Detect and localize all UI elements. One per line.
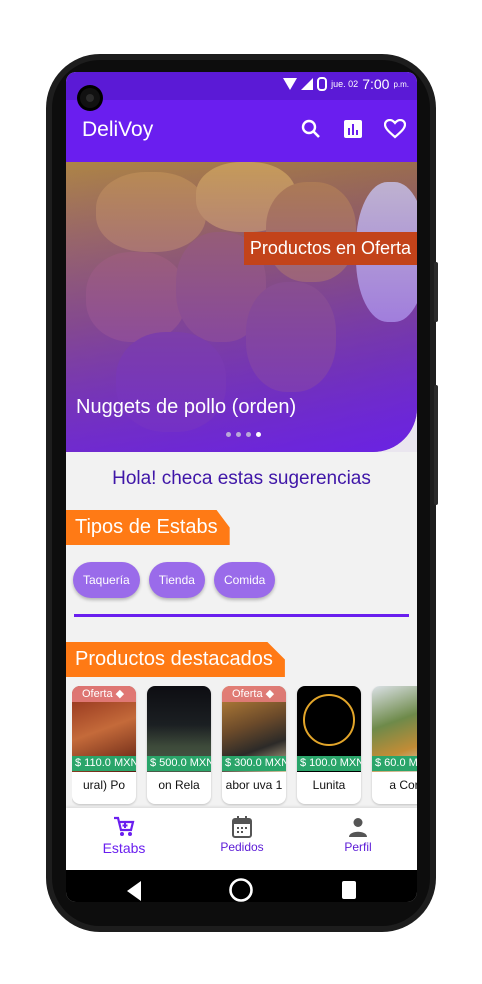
banner-image: Productos en Oferta Nuggets de pollo (or… xyxy=(66,162,417,452)
nav-estabs[interactable]: Estabs xyxy=(74,814,174,856)
nav-label-pedidos: Pedidos xyxy=(220,840,264,854)
product-card[interactable]: $ 100.0 MXN Lunita xyxy=(297,686,361,804)
calendar-icon xyxy=(192,814,292,840)
cart-icon xyxy=(74,814,174,840)
product-price: $ 100.0 MXN xyxy=(297,756,361,771)
status-ampm: p.m. xyxy=(393,79,409,89)
chip-taqueria[interactable]: Taquería xyxy=(73,562,140,598)
featured-section-title: Productos destacados xyxy=(66,642,285,677)
back-icon[interactable] xyxy=(125,880,143,902)
product-card[interactable]: Oferta ◆ $ 300.0 MXN abor uva 1 xyxy=(222,686,286,804)
app-screen: jue. 02 7:00 p.m. DeliVoy Productos en O… xyxy=(66,72,417,902)
chip-comida[interactable]: Comida xyxy=(213,562,276,598)
carousel-dot[interactable] xyxy=(226,432,231,437)
bottom-navigation: Estabs Pedidos Perfil xyxy=(66,808,417,870)
types-section-title: Tipos de Estabs xyxy=(66,510,230,545)
section-divider xyxy=(74,614,409,617)
app-title: DeliVoy xyxy=(82,118,154,141)
carousel-dots xyxy=(226,432,261,437)
greeting-text: Hola! checa estas sugerencias xyxy=(112,468,371,489)
nav-label-perfil: Perfil xyxy=(344,840,372,854)
power-button xyxy=(434,385,438,505)
chart-icon[interactable] xyxy=(341,117,365,141)
offer-tag: Oferta ◆ xyxy=(222,686,286,702)
product-name: ural) Po xyxy=(82,778,126,792)
nav-pedidos[interactable]: Pedidos xyxy=(192,814,292,854)
battery-icon xyxy=(317,77,328,91)
wifi-icon xyxy=(283,78,298,90)
product-name: Lunita xyxy=(312,778,346,792)
featured-products-list[interactable]: Oferta ◆ $ 110.0 MXN ural) Po $ 500.0 MX… xyxy=(72,686,417,806)
heart-icon[interactable] xyxy=(383,117,407,141)
status-bar: jue. 02 7:00 p.m. xyxy=(66,72,417,100)
banner-caption: Nuggets de pollo (orden) xyxy=(76,396,297,418)
product-price: $ 500.0 MXN xyxy=(147,756,211,771)
volume-button xyxy=(434,262,438,322)
recents-icon[interactable] xyxy=(340,880,358,900)
carousel-dot[interactable] xyxy=(246,432,251,437)
home-icon[interactable] xyxy=(228,877,254,902)
offer-carousel[interactable]: Productos en Oferta Nuggets de pollo (or… xyxy=(66,162,417,452)
product-name: abor uva 1 xyxy=(225,778,283,792)
product-card[interactable]: Oferta ◆ $ 110.0 MXN ural) Po xyxy=(72,686,136,804)
product-price: $ 300.0 MXN xyxy=(222,756,286,771)
signal-icon xyxy=(301,78,314,90)
type-chips: Taquería Tienda Comida xyxy=(73,562,276,598)
nav-perfil[interactable]: Perfil xyxy=(308,814,408,854)
app-bar: DeliVoy xyxy=(66,100,417,162)
system-navigation-bar xyxy=(66,870,417,902)
front-camera xyxy=(80,88,100,108)
product-price: $ 60.0 MXN xyxy=(372,756,417,771)
status-time: 7:00 xyxy=(362,76,390,92)
product-name: on Rela xyxy=(158,778,200,792)
offer-label: Productos en Oferta xyxy=(243,232,417,265)
nav-label-estabs: Estabs xyxy=(102,840,146,856)
status-date: jue. 02 xyxy=(331,79,359,89)
product-card[interactable]: $ 60.0 MXN a Cor xyxy=(372,686,417,804)
offer-tag: Oferta ◆ xyxy=(72,686,136,702)
product-name: a Cor xyxy=(389,778,417,792)
carousel-dot[interactable] xyxy=(236,432,241,437)
status-indicators: jue. 02 7:00 p.m. xyxy=(283,76,409,92)
carousel-dot-active[interactable] xyxy=(256,432,261,437)
product-price: $ 110.0 MXN xyxy=(72,756,136,771)
person-icon xyxy=(308,814,408,840)
chip-tienda[interactable]: Tienda xyxy=(148,562,205,598)
search-icon[interactable] xyxy=(299,117,323,141)
product-card[interactable]: $ 500.0 MXN on Rela xyxy=(147,686,211,804)
